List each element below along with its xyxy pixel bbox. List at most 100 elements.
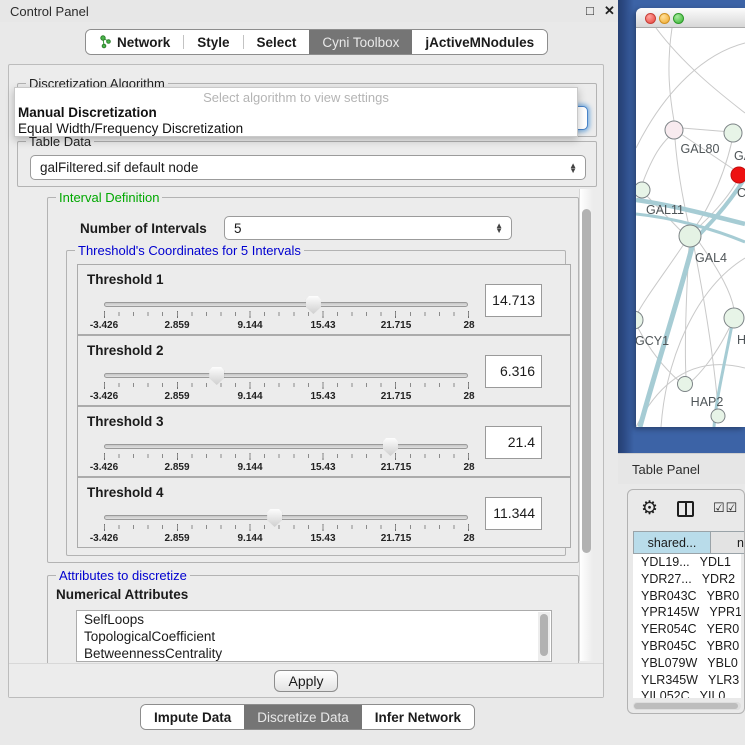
threshold-3-slider[interactable]: [104, 444, 468, 449]
slider-scale: -3.426 2.859 9.144 15.43 21.715 28: [104, 320, 469, 332]
node-gal11[interactable]: [636, 182, 650, 198]
tab-discretize-label: Discretize Data: [257, 710, 349, 725]
tab-network[interactable]: Network: [86, 30, 183, 54]
table-horizontal-scrollbar[interactable]: [633, 702, 741, 710]
tab-discretize-data[interactable]: Discretize Data: [244, 705, 362, 729]
tab-infer-network[interactable]: Infer Network: [362, 705, 474, 729]
node-top-right[interactable]: [724, 124, 742, 142]
algorithm-dropdown-popup: Select algorithm to view settings Manual…: [14, 87, 578, 137]
num-intervals-combobox[interactable]: 5 ▲▼: [224, 216, 512, 240]
algorithm-option-manual[interactable]: Manual Discretization: [18, 105, 157, 120]
column-header-shared-name[interactable]: shared...: [633, 531, 711, 554]
threshold-1-slider[interactable]: [104, 302, 468, 307]
table-row[interactable]: YBR045CYBR0: [633, 638, 741, 655]
cell: YDL19...: [633, 554, 690, 571]
close-traffic-light-icon[interactable]: [645, 13, 656, 24]
attributes-group-title: Attributes to discretize: [56, 568, 190, 583]
num-intervals-label: Number of Intervals: [80, 221, 207, 236]
slider-scale: -3.426 2.859 9.144 15.43 21.715 28: [104, 391, 469, 403]
node-red-selected[interactable]: [731, 167, 745, 183]
list-item[interactable]: BetweennessCentrality: [77, 645, 551, 662]
node-hap2[interactable]: [678, 377, 693, 392]
float-window-icon[interactable]: □: [586, 3, 594, 18]
zoom-traffic-light-icon[interactable]: [673, 13, 684, 24]
table-row[interactable]: YLR345WYLR3: [633, 672, 741, 689]
table-row[interactable]: YIL052CYIL0: [633, 688, 741, 698]
attributes-group: Attributes to discretize Numerical Attri…: [47, 575, 579, 667]
cell: YDR2: [692, 571, 741, 588]
table-row[interactable]: YBR043CYBR0: [633, 588, 741, 605]
tab-jactive-label: jActiveMNodules: [425, 35, 534, 50]
tab-select[interactable]: Select: [244, 30, 310, 54]
network-view-window[interactable]: GAL80 GA C GAL11 GAL4 GCY1 H HAP2: [636, 8, 745, 427]
scale-label: -3.426: [90, 533, 118, 544]
tab-jactivemnodules[interactable]: jActiveMNodules: [412, 30, 547, 54]
panel-title: Control Panel: [10, 4, 89, 19]
node-right-mid[interactable]: [724, 308, 744, 328]
threshold-3-value[interactable]: 21.4: [485, 426, 542, 459]
close-icon[interactable]: ✕: [604, 3, 615, 19]
threshold-coords-title: Threshold's Coordinates for 5 Intervals: [75, 243, 304, 258]
threshold-1-value[interactable]: 14.713: [485, 284, 542, 317]
node-label: C: [737, 186, 745, 200]
node-gal80[interactable]: [665, 121, 683, 139]
threshold-4-box: Threshold 4 -3.426 2.859 9.144 15.43 21.…: [77, 477, 571, 548]
threshold-2-label: Threshold 2: [87, 343, 164, 358]
tab-impute-data[interactable]: Impute Data: [141, 705, 244, 729]
network-canvas[interactable]: GAL80 GA C GAL11 GAL4 GCY1 H HAP2: [636, 28, 745, 427]
cyni-content-panel: Discretization Algorithm ▲▼ Table Data g…: [8, 64, 604, 698]
split-columns-icon[interactable]: [677, 501, 694, 517]
table-row[interactable]: YPR145WYPR1: [633, 604, 741, 621]
table-row[interactable]: YDL19...YDL1: [633, 554, 741, 571]
column-header-name[interactable]: n: [711, 531, 745, 554]
table-row[interactable]: YDR27...YDR2: [633, 571, 741, 588]
apply-button[interactable]: Apply: [274, 670, 338, 692]
tab-style-label: Style: [197, 35, 229, 50]
node-gcy1[interactable]: [636, 311, 643, 329]
network-window-titlebar[interactable]: [636, 8, 745, 28]
table-row[interactable]: YER054CYER0: [633, 621, 741, 638]
cell: YDL1: [690, 554, 741, 571]
tab-cyni-label: Cyni Toolbox: [322, 35, 399, 50]
main-scrollbar-thumb[interactable]: [582, 209, 591, 553]
tab-infer-label: Infer Network: [375, 710, 461, 725]
tab-network-label: Network: [117, 35, 170, 50]
node-label: GA: [734, 149, 745, 163]
table-header-row: shared... n: [633, 531, 745, 554]
top-tabbar: Network Style Select Cyni Toolbox jActiv…: [85, 29, 548, 55]
cell: YLR345W: [633, 672, 698, 689]
threshold-4-slider[interactable]: [104, 515, 468, 520]
table-row[interactable]: YBL079WYBL0: [633, 655, 741, 672]
scale-label: 15.43: [310, 320, 335, 331]
threshold-2-slider[interactable]: [104, 373, 468, 378]
tab-style[interactable]: Style: [184, 30, 242, 54]
attributes-scrollbar[interactable]: [538, 612, 550, 662]
node-label: HAP2: [691, 395, 724, 409]
node-table: shared... n: [633, 531, 745, 554]
scale-label: 28: [463, 462, 474, 473]
cell: YIL052C: [633, 688, 690, 698]
scale-label: 2.859: [164, 462, 189, 473]
cell: YPR145W: [633, 604, 699, 621]
tab-cyni-toolbox[interactable]: Cyni Toolbox: [309, 30, 412, 54]
scale-label: 9.144: [237, 320, 262, 331]
cell: YBL079W: [633, 655, 697, 672]
threshold-2-value[interactable]: 6.316: [485, 355, 542, 388]
threshold-4-value[interactable]: 11.344: [485, 497, 542, 530]
gear-icon[interactable]: ⚙: [641, 497, 658, 520]
main-scrollbar-track[interactable]: [579, 189, 593, 661]
cell: YBR045C: [633, 638, 697, 655]
minimize-traffic-light-icon[interactable]: [659, 13, 670, 24]
column-checkbox-icons[interactable]: ☑☑: [713, 500, 738, 516]
algorithm-option-equal[interactable]: Equal Width/Frequency Discretization: [18, 121, 243, 136]
numerical-attributes-list: SelfLoops TopologicalCoefficient Between…: [76, 610, 552, 662]
node-gal4[interactable]: [679, 225, 701, 247]
slider-scale: -3.426 2.859 9.144 15.43 21.715 28: [104, 462, 469, 474]
list-item[interactable]: TopologicalCoefficient: [77, 628, 551, 645]
node-bottom[interactable]: [711, 409, 725, 423]
scale-label: 21.715: [381, 391, 412, 402]
list-item[interactable]: SelfLoops: [77, 611, 551, 628]
scale-label: 2.859: [164, 533, 189, 544]
slider-ticks: [104, 525, 470, 529]
table-data-combobox[interactable]: galFiltered.sif default node ▲▼: [30, 155, 586, 180]
